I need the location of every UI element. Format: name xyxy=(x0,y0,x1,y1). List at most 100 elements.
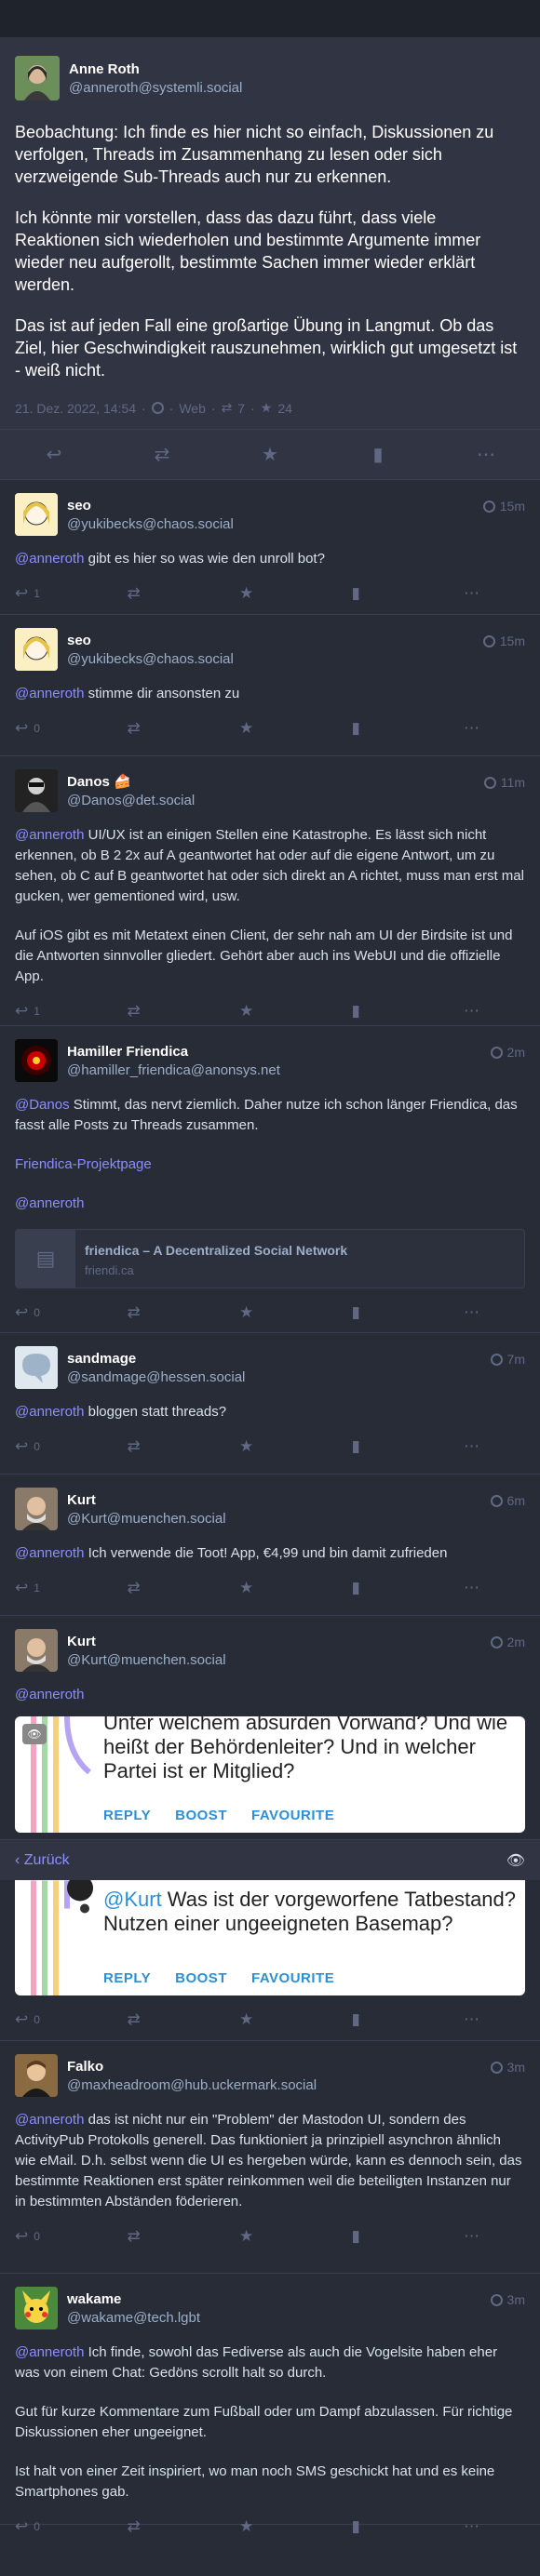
favourite-button[interactable]: ★ xyxy=(239,584,295,603)
display-name[interactable]: Kurt xyxy=(67,1634,226,1649)
favourite-button[interactable]: ★ xyxy=(239,1437,295,1456)
more-button[interactable]: ⋯ xyxy=(464,719,520,738)
display-name[interactable]: Anne Roth xyxy=(69,61,242,77)
boost-button[interactable]: ⇄ xyxy=(128,1002,183,1021)
boost-button[interactable]: ⇄ xyxy=(128,2517,183,2536)
reply-button[interactable]: ↩ 0 xyxy=(15,2227,71,2246)
mention-link[interactable]: @anneroth xyxy=(15,1195,84,1211)
attached-screenshot[interactable]: 👁 Unter welchem absurden Vorwand? Und wi… xyxy=(15,1716,525,1833)
avatar[interactable] xyxy=(15,1346,58,1389)
display-name[interactable]: Kurt xyxy=(67,1492,226,1508)
reply-button[interactable]: ↩ 1 xyxy=(15,1579,71,1597)
bookmark-button[interactable]: ▮ xyxy=(352,2010,408,2029)
boost-button[interactable]: ⇄ xyxy=(128,2227,183,2246)
favourite-button[interactable]: ★ xyxy=(239,2227,295,2246)
more-button[interactable]: ⋯ xyxy=(464,2227,520,2246)
favourite-button[interactable]: ★ xyxy=(239,1002,295,1021)
external-link[interactable]: Friendica-Projektpage xyxy=(15,1156,152,1172)
mention-link[interactable]: @anneroth xyxy=(15,551,84,567)
reply-button[interactable]: ↩ 0 xyxy=(15,2010,71,2029)
reply-button[interactable]: ↩ 1 xyxy=(15,584,71,603)
reply-status[interactable]: Kurt @Kurt@muenchen.social 6m @anneroth … xyxy=(0,1475,540,1616)
mention-link[interactable]: @anneroth xyxy=(15,1545,84,1561)
attached-screenshot-continued[interactable]: @Kurt Was ist der vorgeworfene Tatbestan… xyxy=(15,1880,525,1995)
mention-link[interactable]: @anneroth xyxy=(15,827,84,843)
avatar[interactable] xyxy=(15,628,58,671)
bookmark-button[interactable]: ▮ xyxy=(352,719,408,738)
status-time[interactable]: 3m xyxy=(490,2060,525,2075)
bookmark-button[interactable]: ▮ xyxy=(352,1437,408,1456)
avatar[interactable] xyxy=(15,769,58,812)
favourite-button[interactable]: ★ xyxy=(251,443,289,466)
favourite-button[interactable]: ★ xyxy=(239,1579,295,1597)
reply-status[interactable]: wakame @wakame@tech.lgbt 3m @anneroth Ic… xyxy=(0,2274,540,2535)
avatar[interactable] xyxy=(15,1629,58,1672)
reply-button[interactable]: ↩ 1 xyxy=(15,1002,71,1021)
more-button[interactable]: ⋯ xyxy=(464,1437,520,1456)
mention-link[interactable]: @anneroth xyxy=(15,1404,84,1420)
reply-button[interactable]: ↩ 0 xyxy=(15,1303,71,1322)
boost-button[interactable]: ⇄ xyxy=(143,443,181,466)
favourite-button[interactable]: ★ xyxy=(239,1303,295,1322)
more-button[interactable]: ⋯ xyxy=(464,2517,520,2536)
reply-status[interactable]: seo @yukibecks@chaos.social 15m @annerot… xyxy=(0,615,540,756)
favourite-button[interactable]: ★ xyxy=(239,719,295,738)
bookmark-button[interactable]: ▮ xyxy=(352,2227,408,2246)
boost-button[interactable]: ⇄ xyxy=(128,1437,183,1456)
more-button[interactable]: ⋯ xyxy=(464,1002,520,1021)
boost-button[interactable]: ⇄ xyxy=(128,719,183,738)
status-time[interactable]: 2m xyxy=(490,1635,525,1649)
avatar[interactable] xyxy=(15,56,60,100)
boost-button[interactable]: ⇄ xyxy=(128,1579,183,1597)
eye-icon[interactable]: 👁 xyxy=(506,1851,525,1870)
status-time[interactable]: 7m xyxy=(490,1352,525,1367)
display-name[interactable]: wakame xyxy=(67,2291,200,2307)
mention-link[interactable]: @Danos xyxy=(15,1097,70,1113)
display-name[interactable]: Danos 🍰 xyxy=(67,773,195,790)
more-button[interactable]: ⋯ xyxy=(464,1579,520,1597)
reply-status[interactable]: Kurt @Kurt@muenchen.social 2m @anneroth … xyxy=(0,1616,540,1839)
favourite-button[interactable]: ★ xyxy=(239,2517,295,2536)
bookmark-button[interactable]: ▮ xyxy=(352,1579,408,1597)
bookmark-button[interactable]: ▮ xyxy=(352,1002,408,1021)
bookmark-button[interactable]: ▮ xyxy=(352,1303,408,1322)
eye-icon[interactable]: 👁 xyxy=(22,1724,47,1744)
back-button[interactable]: ‹ Zurück xyxy=(15,1852,70,1869)
reply-status[interactable]: sandmage @sandmage@hessen.social 7m @ann… xyxy=(0,1333,540,1475)
status-time[interactable]: 3m xyxy=(490,2292,525,2307)
reply-status[interactable]: Hamiller Friendica @hamiller_friendica@a… xyxy=(0,1026,540,1333)
display-name[interactable]: seo xyxy=(67,498,234,514)
display-name[interactable]: seo xyxy=(67,633,234,648)
mention-link[interactable]: @anneroth xyxy=(15,2112,84,2128)
more-button[interactable]: ⋯ xyxy=(464,2010,520,2029)
reply-button[interactable]: ↩ 0 xyxy=(15,719,71,738)
boost-count[interactable]: 7 xyxy=(237,401,245,416)
status-time[interactable]: 15m xyxy=(482,634,525,648)
status-time[interactable]: 15m xyxy=(482,499,525,514)
bookmark-button[interactable]: ▮ xyxy=(352,584,408,603)
more-button[interactable]: ⋯ xyxy=(464,584,520,603)
reply-button[interactable]: ↩ xyxy=(35,443,73,466)
display-name[interactable]: Hamiller Friendica xyxy=(67,1044,280,1060)
status-time[interactable]: 2m xyxy=(490,1045,525,1060)
reply-status[interactable]: Falko @maxheadroom@hub.uckermark.social … xyxy=(0,2041,540,2274)
avatar[interactable] xyxy=(15,1039,58,1082)
avatar[interactable] xyxy=(15,1488,58,1530)
boost-button[interactable]: ⇄ xyxy=(128,2010,183,2029)
status-time[interactable]: 6m xyxy=(490,1493,525,1508)
bookmark-button[interactable]: ▮ xyxy=(359,443,397,466)
bookmark-button[interactable]: ▮ xyxy=(352,2517,408,2536)
avatar[interactable] xyxy=(15,2054,58,2097)
favourite-button[interactable]: ★ xyxy=(239,2010,295,2029)
mention-link[interactable]: @anneroth xyxy=(15,686,84,701)
more-button[interactable]: ⋯ xyxy=(467,443,505,466)
status-time[interactable]: 11m xyxy=(483,775,525,790)
reply-status[interactable]: Danos 🍰 @Danos@det.social 11m @anneroth … xyxy=(0,756,540,1026)
boost-button[interactable]: ⇄ xyxy=(128,584,183,603)
boost-button[interactable]: ⇄ xyxy=(128,1303,183,1322)
reply-status[interactable]: seo @yukibecks@chaos.social 15m @annerot… xyxy=(0,480,540,615)
avatar[interactable] xyxy=(15,493,58,536)
more-button[interactable]: ⋯ xyxy=(464,1303,520,1322)
display-name[interactable]: sandmage xyxy=(67,1351,245,1367)
status-date[interactable]: 21. Dez. 2022, 14:54 xyxy=(15,401,136,416)
